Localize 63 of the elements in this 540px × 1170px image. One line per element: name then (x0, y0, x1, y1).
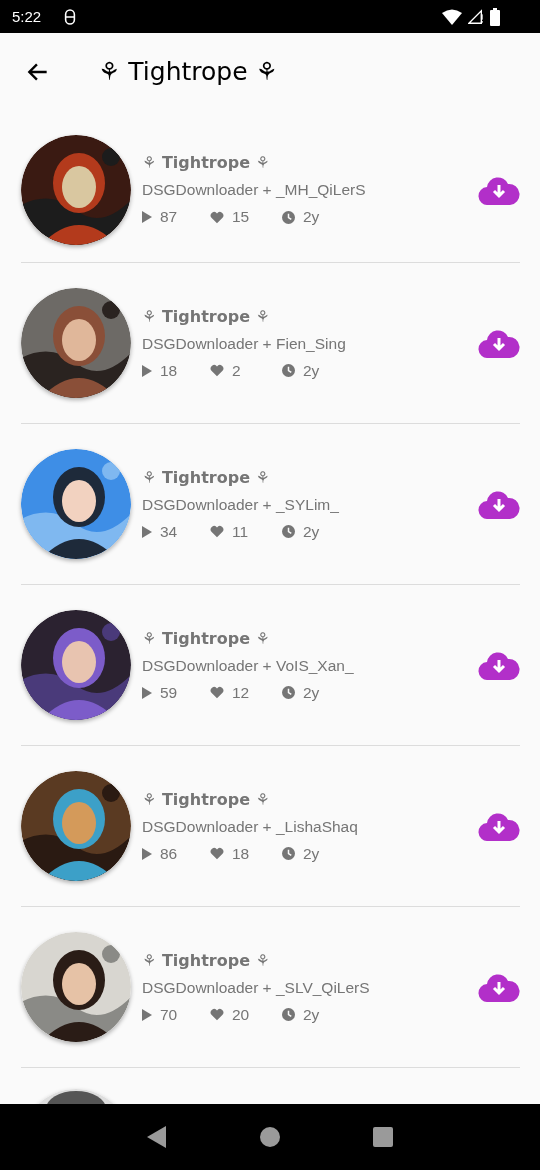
notification-icon (63, 8, 78, 25)
track-title: ⚘ Tightrope ⚘ (142, 467, 271, 487)
track-uploader: DSGDownloader + _SYLim_ (142, 495, 340, 514)
download-button[interactable] (478, 174, 520, 205)
like-count: 15 (232, 208, 251, 226)
track-age: 2y (303, 361, 321, 380)
like-count: 2 (232, 361, 242, 380)
heart-icon (210, 847, 224, 860)
play-icon (142, 211, 152, 223)
wifi-icon (442, 8, 462, 25)
heart-icon (210, 210, 224, 224)
track-age: 2y (303, 1005, 321, 1024)
track-age: 2y (303, 208, 321, 226)
track-title: ⚘ Tightrope ⚘ (142, 789, 271, 809)
battery-icon (490, 7, 500, 26)
clock-icon (282, 1008, 295, 1021)
play-icon (142, 364, 152, 377)
like-count: 11 (232, 522, 250, 541)
track-title: ⚘ Tightrope ⚘ (142, 306, 271, 326)
clock-icon (282, 364, 295, 377)
like-count: 18 (232, 844, 251, 863)
track-age: 2y (303, 683, 321, 702)
track-title: ⚘ Tightrope ⚘ (142, 153, 271, 172)
track-title: ⚘ Tightrope ⚘ (142, 950, 271, 970)
clock-icon (282, 686, 295, 699)
heart-icon (210, 364, 224, 377)
play-icon (142, 525, 152, 538)
track-uploader: DSGDownloader + _MH_QiLerS (142, 181, 367, 199)
download-button[interactable] (478, 489, 520, 519)
like-count: 12 (232, 683, 251, 702)
play-count: 59 (160, 683, 179, 702)
download-button[interactable] (478, 328, 520, 358)
like-count: 20 (232, 1005, 251, 1024)
track-age: 2y (303, 844, 321, 863)
play-icon (142, 1008, 152, 1021)
track-uploader: DSGDownloader + VoIS_Xan_ (142, 656, 355, 675)
clock-icon (282, 525, 295, 538)
home-nav-icon[interactable] (260, 1127, 280, 1147)
back-nav-icon[interactable] (146, 1126, 167, 1148)
track-uploader: DSGDownloader + Fien_Sing (142, 334, 347, 353)
track-uploader: DSGDownloader + _LishaShaq (142, 817, 359, 836)
download-button[interactable] (478, 972, 520, 1002)
heart-icon (210, 1008, 224, 1021)
heart-icon (210, 686, 224, 699)
download-button[interactable] (478, 650, 520, 680)
play-count: 70 (160, 1005, 179, 1024)
track-age: 2y (303, 522, 321, 541)
status-time: 5:22 (12, 8, 42, 25)
track-uploader: DSGDownloader + _SLV_QiLerS (142, 978, 371, 997)
play-icon (142, 847, 152, 860)
play-count: 86 (160, 844, 179, 863)
clock-icon (282, 210, 295, 224)
track-title: ⚘ Tightrope ⚘ (142, 628, 271, 648)
play-icon (142, 686, 152, 699)
recents-nav-icon[interactable] (373, 1127, 394, 1147)
heart-icon (210, 525, 224, 538)
play-count: 87 (160, 208, 179, 226)
page-title: ⚘ Tightrope ⚘ (98, 57, 278, 86)
play-count: 18 (160, 361, 179, 380)
play-count: 34 (160, 522, 179, 541)
download-button[interactable] (478, 811, 520, 841)
signal-icon (468, 8, 484, 25)
clock-icon (282, 847, 295, 860)
